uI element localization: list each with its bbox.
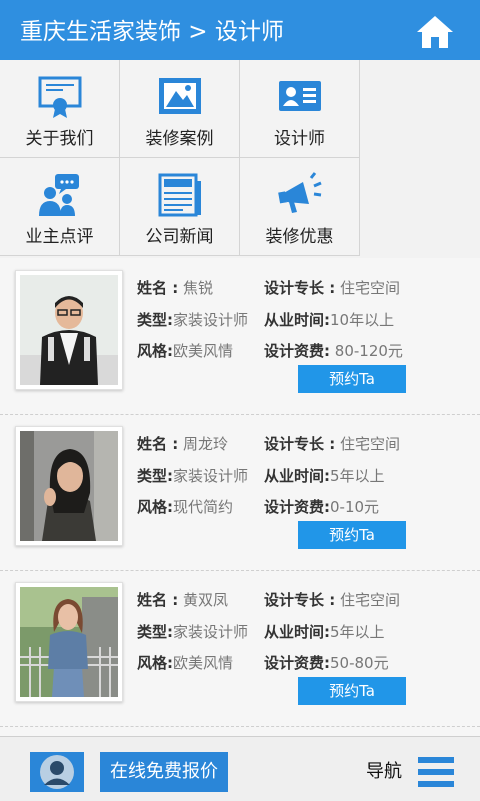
designer-fee: 设计资费: 80-120元 (264, 342, 403, 360)
designer-style: 风格:欧美风情 (137, 654, 234, 672)
designer-fee: 设计资费:50-80元 (264, 654, 389, 672)
designer-style: 风格:欧美风情 (137, 342, 234, 360)
designer-photo (15, 582, 123, 702)
nav-label: 关于我们 (25, 129, 94, 149)
app-header: 重庆生活家装饰 > 设计师 (0, 0, 480, 60)
designer-specialty: 设计专长 : 住宅空间 (264, 279, 401, 297)
nav-reviews[interactable]: 业主点评 (0, 158, 120, 256)
nav-grid: 关于我们 装修案例 设计师 业主点评 公司新闻 装修优惠 (0, 60, 480, 258)
designer-portrait-image (20, 587, 118, 697)
designer-photo (15, 270, 123, 390)
designer-fee: 设计资费:0-10元 (264, 498, 380, 516)
designer-name: 姓名 : 黄双凤 (137, 591, 229, 609)
nav-label: 业主点评 (25, 227, 94, 247)
designer-portrait-image (20, 275, 118, 385)
designer-specialty: 设计专长 : 住宅空间 (264, 591, 401, 609)
user-avatar-button[interactable] (30, 752, 84, 792)
hamburger-icon[interactable] (418, 755, 454, 789)
designer-experience: 从业时间:5年以上 (264, 623, 385, 641)
certificate-icon (38, 76, 82, 118)
home-icon[interactable] (416, 15, 454, 49)
nav-cases[interactable]: 装修案例 (120, 60, 240, 158)
designer-specialty: 设计专长 : 住宅空间 (264, 435, 401, 453)
nav-promotions[interactable]: 装修优惠 (240, 158, 360, 256)
free-quote-button[interactable]: 在线免费报价 (100, 752, 228, 792)
nav-label[interactable]: 导航 (366, 757, 402, 783)
designer-type: 类型:家装设计师 (137, 311, 249, 329)
book-button[interactable]: 预约Ta (298, 365, 406, 393)
users-chat-icon (39, 174, 79, 216)
designer-card[interactable]: 姓名 : 黄双凤 类型:家装设计师 风格:欧美风情 设计专长 : 住宅空间 从业… (0, 570, 480, 727)
nav-label: 公司新闻 (145, 227, 214, 247)
designer-name: 姓名 : 焦锐 (137, 279, 214, 297)
designer-type: 类型:家装设计师 (137, 623, 249, 641)
designer-experience: 从业时间:10年以上 (264, 311, 395, 329)
designer-list: 姓名 : 焦锐 类型:家装设计师 风格:欧美风情 设计专长 : 住宅空间 从业时… (0, 258, 480, 736)
nav-label: 装修优惠 (265, 227, 334, 247)
designer-portrait-image (20, 431, 118, 541)
nav-label: 装修案例 (145, 129, 214, 149)
nav-designers[interactable]: 设计师 (240, 60, 360, 158)
megaphone-icon (278, 172, 322, 213)
nav-about-us[interactable]: 关于我们 (0, 60, 120, 158)
image-icon (159, 78, 201, 114)
page-title: 重庆生活家装饰 > 设计师 (20, 19, 284, 45)
designer-card[interactable]: 姓名 : 焦锐 类型:家装设计师 风格:欧美风情 设计专长 : 住宅空间 从业时… (0, 258, 480, 415)
id-card-icon (279, 81, 321, 111)
user-avatar-icon (40, 755, 74, 789)
designer-experience: 从业时间:5年以上 (264, 467, 385, 485)
designer-type: 类型:家装设计师 (137, 467, 249, 485)
designer-card[interactable]: 姓名 : 周龙玲 类型:家装设计师 风格:现代简约 设计专长 : 住宅空间 从业… (0, 414, 480, 571)
bottom-bar: 在线免费报价 导航 (0, 736, 480, 801)
nav-news[interactable]: 公司新闻 (120, 158, 240, 256)
book-button[interactable]: 预约Ta (298, 677, 406, 705)
nav-label: 设计师 (274, 129, 325, 149)
book-button[interactable]: 预约Ta (298, 521, 406, 549)
designer-name: 姓名 : 周龙玲 (137, 435, 229, 453)
newspaper-icon (158, 173, 201, 217)
designer-style: 风格:现代简约 (137, 498, 234, 516)
designer-photo (15, 426, 123, 546)
